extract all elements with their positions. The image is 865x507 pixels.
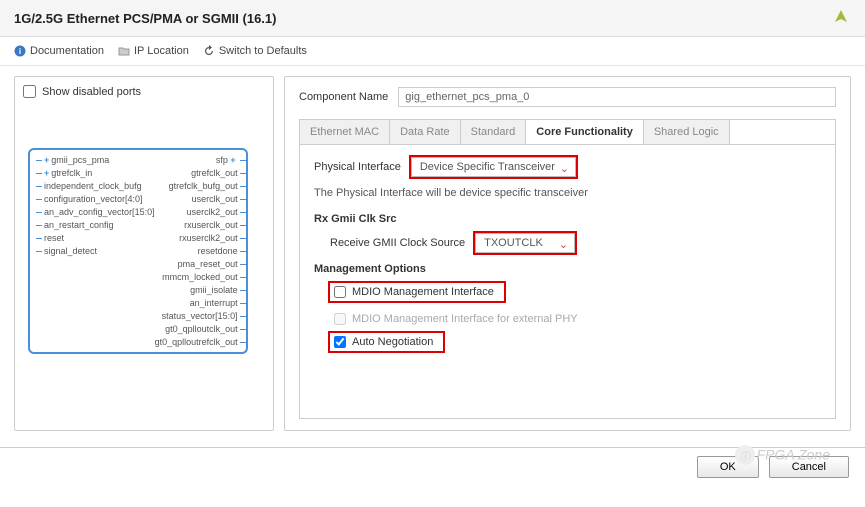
port-out: pma_reset_out [178, 258, 246, 270]
port-in: reset [36, 232, 155, 244]
vendor-logo [831, 8, 851, 28]
physical-interface-label: Physical Interface [314, 161, 401, 173]
receive-gmii-dropdown[interactable]: TXOUTCLK ⌄ [475, 233, 575, 253]
mdio-mgmt-row[interactable]: MDIO Management Interface [330, 283, 504, 301]
folder-icon [118, 45, 130, 57]
port-out: rxuserclk_out [184, 219, 246, 231]
tab-bar: Ethernet MACData RateStandardCore Functi… [299, 119, 836, 144]
port-out: resetdone [198, 245, 246, 257]
rx-gmii-section-title: Rx Gmii Clk Src [314, 213, 821, 225]
tab-shared-logic[interactable]: Shared Logic [644, 120, 730, 144]
refresh-icon [203, 45, 215, 57]
management-options-title: Management Options [314, 263, 821, 275]
tab-core-functionality[interactable]: Core Functionality [526, 120, 644, 144]
port-out: mmcm_locked_out [162, 271, 246, 283]
mdio-ext-checkbox [334, 313, 346, 325]
show-disabled-checkbox[interactable] [23, 85, 36, 98]
port-out: gtrefclk_out [191, 167, 246, 179]
port-out: gtrefclk_bufg_out [169, 180, 246, 192]
auto-negotiation-label: Auto Negotiation [352, 336, 433, 348]
mdio-mgmt-checkbox[interactable] [334, 286, 346, 298]
port-in: independent_clock_bufg [36, 180, 155, 192]
show-disabled-label: Show disabled ports [42, 86, 141, 98]
port-out: an_interrupt [190, 297, 246, 309]
info-icon: i [14, 45, 26, 57]
port-in: signal_detect [36, 245, 155, 257]
port-in: an_restart_config [36, 219, 155, 231]
tab-standard[interactable]: Standard [461, 120, 527, 144]
page-title: 1G/2.5G Ethernet PCS/PMA or SGMII (16.1) [14, 11, 276, 26]
chevron-down-icon: ⌄ [560, 162, 569, 175]
port-out: gt0_qplloutclk_out [165, 323, 246, 335]
component-name-label: Component Name [299, 91, 388, 103]
mdio-mgmt-label: MDIO Management Interface [352, 286, 494, 298]
block-preview-panel: Show disabled ports +gmii_pcs_pma+gtrefc… [14, 76, 274, 431]
chevron-down-icon: ⌄ [559, 238, 568, 251]
ip-block-diagram: +gmii_pcs_pma+gtrefclk_inindependent_clo… [28, 148, 248, 354]
port-out: userclk2_out [187, 206, 246, 218]
mdio-ext-label: MDIO Management Interface for external P… [352, 313, 578, 325]
svg-text:i: i [19, 47, 21, 56]
tab-content-core-functionality: Physical Interface Device Specific Trans… [299, 144, 836, 419]
port-out: userclk_out [192, 193, 246, 205]
port-in: an_adv_config_vector[15:0] [36, 206, 155, 218]
port-out: gt0_qplloutrefclk_out [155, 336, 246, 348]
mdio-ext-row: MDIO Management Interface for external P… [334, 313, 821, 325]
auto-negotiation-checkbox[interactable] [334, 336, 346, 348]
switch-defaults-link[interactable]: Switch to Defaults [203, 45, 307, 57]
component-name-input[interactable] [398, 87, 836, 107]
port-out: status_vector[15:0] [162, 310, 246, 322]
physical-interface-dropdown[interactable]: Device Specific Transceiver ⌄ [411, 157, 576, 177]
physical-interface-info: The Physical Interface will be device sp… [314, 187, 821, 199]
port-out: sfp + [216, 154, 246, 166]
documentation-link[interactable]: i Documentation [14, 45, 104, 57]
port-in: configuration_vector[4:0] [36, 193, 155, 205]
ok-button[interactable]: OK [697, 456, 759, 478]
tab-data-rate[interactable]: Data Rate [390, 120, 461, 144]
cancel-button[interactable]: Cancel [769, 456, 849, 478]
port-out: rxuserclk2_out [179, 232, 246, 244]
configuration-panel: Component Name Ethernet MACData RateStan… [284, 76, 851, 431]
receive-gmii-label: Receive GMII Clock Source [330, 237, 465, 249]
ip-location-link[interactable]: IP Location [118, 45, 189, 57]
port-in: +gtrefclk_in [36, 167, 155, 179]
auto-negotiation-row[interactable]: Auto Negotiation [330, 333, 443, 351]
port-in: +gmii_pcs_pma [36, 154, 155, 166]
port-out: gmii_isolate [190, 284, 246, 296]
tab-ethernet-mac[interactable]: Ethernet MAC [300, 120, 390, 144]
